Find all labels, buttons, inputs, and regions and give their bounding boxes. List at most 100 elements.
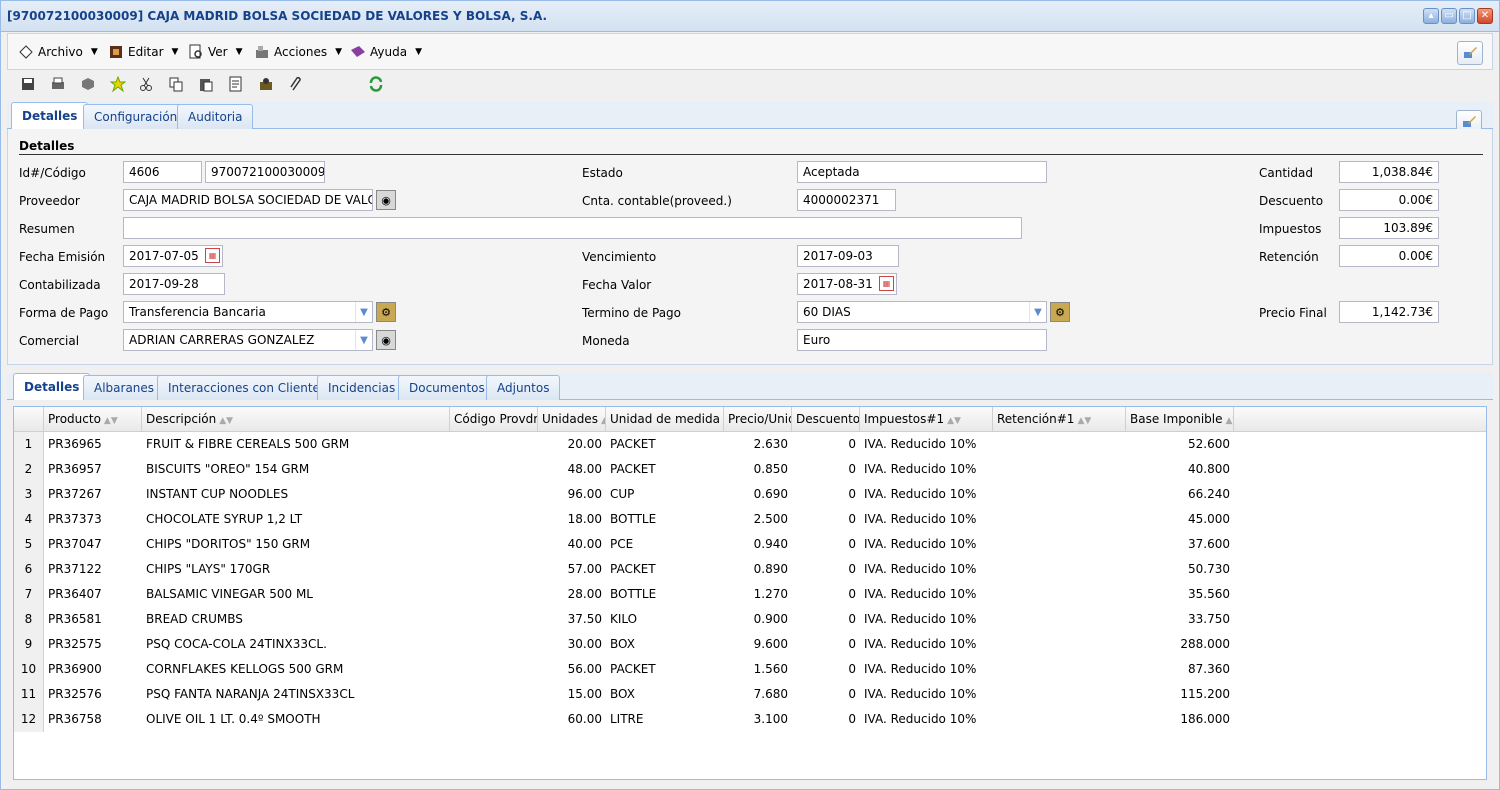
comercial-select[interactable]: ADRIAN CARRERAS GONZALEZ ▼ xyxy=(123,329,373,351)
tab-albaranes[interactable]: Albaranes xyxy=(83,375,166,400)
codigo-field[interactable]: 970072100030009 xyxy=(205,161,325,183)
table-row[interactable]: 8 PR36581 BREAD CRUMBS 37.50 KILO 0.900 0 IVA. … xyxy=(14,607,1486,632)
termino-pago-value: 60 DIAS xyxy=(803,305,851,319)
label-resumen: Resumen xyxy=(19,222,75,236)
eye-icon[interactable]: ◉ xyxy=(376,190,396,210)
column-header-unidades[interactable]: Unidades▲▼ xyxy=(538,407,606,432)
impuestos-field[interactable]: 103.89€ xyxy=(1339,217,1439,239)
vencimiento-field[interactable]: 2017-09-03 xyxy=(797,245,899,267)
cut-icon[interactable] xyxy=(137,75,155,93)
maximize-icon[interactable]: □ xyxy=(1459,8,1475,24)
cell-impuestos: IVA. Reducido 10% xyxy=(864,487,977,501)
table-row[interactable]: 12 PR36758 OLIVE OIL 1 LT. 0.4º SMOOTH 60.0… xyxy=(14,707,1486,732)
chevron-down-icon[interactable]: ▼ xyxy=(355,302,372,322)
star-icon[interactable] xyxy=(109,75,127,93)
column-header-base-imponible[interactable]: Base Imponible▲▼ xyxy=(1126,407,1234,432)
precio-final-field[interactable]: 1,142.73€ xyxy=(1339,301,1439,323)
tab-adjuntos[interactable]: Adjuntos xyxy=(486,375,561,400)
tools-icon[interactable] xyxy=(257,75,275,93)
cell-descuento: 0 xyxy=(848,462,856,476)
fecha-valor-field[interactable]: 2017-08-31 ▦ xyxy=(797,273,897,295)
column-header-precio-unidad[interactable]: Precio/Unidad xyxy=(724,407,792,432)
table-row[interactable]: 1 PR36965 FRUIT & FIBRE CEREALS 500 GRM 20.… xyxy=(14,432,1486,457)
column-header-unidad-medida[interactable]: Unidad de medida▲▼ xyxy=(606,407,724,432)
tab-detalles[interactable]: Detalles xyxy=(11,102,89,129)
grid-header: Producto ▲▼ Descripción ▲▼ Código Provdr. … xyxy=(14,407,1486,432)
table-row[interactable]: 7 PR36407 BALSAMIC VINEGAR 500 ML 28.00 BOTT… xyxy=(14,582,1486,607)
cantidad-field[interactable]: 1,038.84€ xyxy=(1339,161,1439,183)
refresh-icon[interactable] xyxy=(367,75,385,93)
cell-producto: PR37122 xyxy=(48,562,102,576)
chevron-down-icon[interactable]: ▼ xyxy=(1029,302,1046,322)
cell-precio-unidad: 9.600 xyxy=(753,637,788,651)
copy-icon[interactable] xyxy=(167,75,185,93)
menu-label: Editar xyxy=(128,45,164,59)
fecha-emision-field[interactable]: 2017-07-05 ▦ xyxy=(123,245,223,267)
paste-icon[interactable] xyxy=(197,75,215,93)
cell-unidad-medida: BOX xyxy=(610,637,635,651)
settings-icon[interactable]: ⚙ xyxy=(376,302,396,322)
cell-producto: PR36965 xyxy=(48,437,102,451)
tab-detalles-lines[interactable]: Detalles xyxy=(13,373,91,400)
chevron-down-icon[interactable]: ▼ xyxy=(355,330,372,350)
edit-form-button[interactable] xyxy=(1457,41,1483,65)
termino-pago-select[interactable]: 60 DIAS ▼ xyxy=(797,301,1047,323)
report-icon[interactable] xyxy=(227,75,245,93)
attach-icon[interactable] xyxy=(287,75,305,93)
label-contabilizada: Contabilizada xyxy=(19,278,101,292)
cell-descuento: 0 xyxy=(848,487,856,501)
contabilizada-field[interactable]: 2017-09-28 xyxy=(123,273,225,295)
tab-interacciones[interactable]: Interacciones con Clientes xyxy=(157,375,338,400)
cell-codigo-provdr xyxy=(450,432,538,457)
label-fecha-valor: Fecha Valor xyxy=(582,278,652,292)
column-header-retencion[interactable]: Retención#1 ▲▼ xyxy=(993,407,1126,432)
minimize-icon[interactable]: ▴ xyxy=(1423,8,1439,24)
column-header-impuestos[interactable]: Impuestos#1 ▲▼ xyxy=(860,407,993,432)
column-label: Unidad de medida xyxy=(610,412,720,426)
retencion-field[interactable]: 0.00€ xyxy=(1339,245,1439,267)
cnta-contable-field[interactable]: 4000002371 xyxy=(797,189,896,211)
column-header-codigo-provdr[interactable]: Código Provdr. xyxy=(450,407,538,432)
moneda-field[interactable]: Euro xyxy=(797,329,1047,351)
table-row[interactable]: 9 PR32575 PSQ COCA-COLA 24TINX33CL. 30.00 BO… xyxy=(14,632,1486,657)
cell-descuento: 0 xyxy=(848,662,856,676)
settings-icon[interactable]: ⚙ xyxy=(1050,302,1070,322)
table-row[interactable]: 4 PR37373 CHOCOLATE SYRUP 1,2 LT 18.00 BOTTL… xyxy=(14,507,1486,532)
menu-archivo[interactable]: Archivo ▼ xyxy=(18,44,98,60)
tab-auditoria[interactable]: Auditoria xyxy=(177,104,254,129)
print-icon[interactable] xyxy=(49,75,67,93)
restore-icon[interactable]: ▭ xyxy=(1441,8,1457,24)
eye-icon[interactable]: ◉ xyxy=(376,330,396,350)
menu-ayuda[interactable]: Ayuda ▼ xyxy=(350,44,422,60)
table-row[interactable]: 10 PR36900 CORNFLAKES KELLOGS 500 GRM 56.00… xyxy=(14,657,1486,682)
table-row[interactable]: 5 PR37047 CHIPS "DORITOS" 150 GRM 40.00 PCE 0… xyxy=(14,532,1486,557)
close-icon[interactable]: ✕ xyxy=(1477,8,1493,24)
invoice-window: [970072100030009] CAJA MADRID BOLSA SOCI… xyxy=(0,0,1500,790)
table-row[interactable]: 11 PR32576 PSQ FANTA NARANJA 24TINSX33CL 15… xyxy=(14,682,1486,707)
id-field[interactable]: 4606 xyxy=(123,161,202,183)
cell-unidades: 96.00 xyxy=(567,487,602,501)
column-header-descuento[interactable]: Descuento xyxy=(792,407,860,432)
resumen-field[interactable] xyxy=(123,217,1022,239)
estado-field[interactable]: Aceptada xyxy=(797,161,1047,183)
tab-documentos[interactable]: Documentos xyxy=(398,375,496,400)
menu-ver[interactable]: Ver ▼ xyxy=(188,44,243,60)
box-icon[interactable] xyxy=(79,75,97,93)
tab-configuracion[interactable]: Configuración xyxy=(83,104,189,129)
calendar-icon[interactable]: ▦ xyxy=(205,248,220,263)
menu-acciones[interactable]: Acciones ▼ xyxy=(254,44,342,60)
cell-precio-unidad: 7.680 xyxy=(753,687,788,701)
table-row[interactable]: 2 PR36957 BISCUITS "OREO" 154 GRM 48.00 PACK… xyxy=(14,457,1486,482)
table-row[interactable]: 3 PR37267 INSTANT CUP NOODLES 96.00 CUP 0.690… xyxy=(14,482,1486,507)
table-row[interactable]: 6 PR37122 CHIPS "LAYS" 170GR 57.00 PACKET 0.8… xyxy=(14,557,1486,582)
descuento-field[interactable]: 0.00€ xyxy=(1339,189,1439,211)
cell-descripcion: BALSAMIC VINEGAR 500 ML xyxy=(146,587,313,601)
column-header-descripcion[interactable]: Descripción ▲▼ xyxy=(142,407,450,432)
proveedor-field[interactable]: CAJA MADRID BOLSA SOCIEDAD DE VALC xyxy=(123,189,373,211)
save-icon[interactable] xyxy=(19,75,37,93)
forma-pago-select[interactable]: Transferencia Bancaria ▼ xyxy=(123,301,373,323)
menu-editar[interactable]: Editar ▼ xyxy=(108,44,178,60)
tab-incidencias[interactable]: Incidencias xyxy=(317,375,407,400)
column-header-producto[interactable]: Producto ▲▼ xyxy=(44,407,142,432)
calendar-icon[interactable]: ▦ xyxy=(879,276,894,291)
